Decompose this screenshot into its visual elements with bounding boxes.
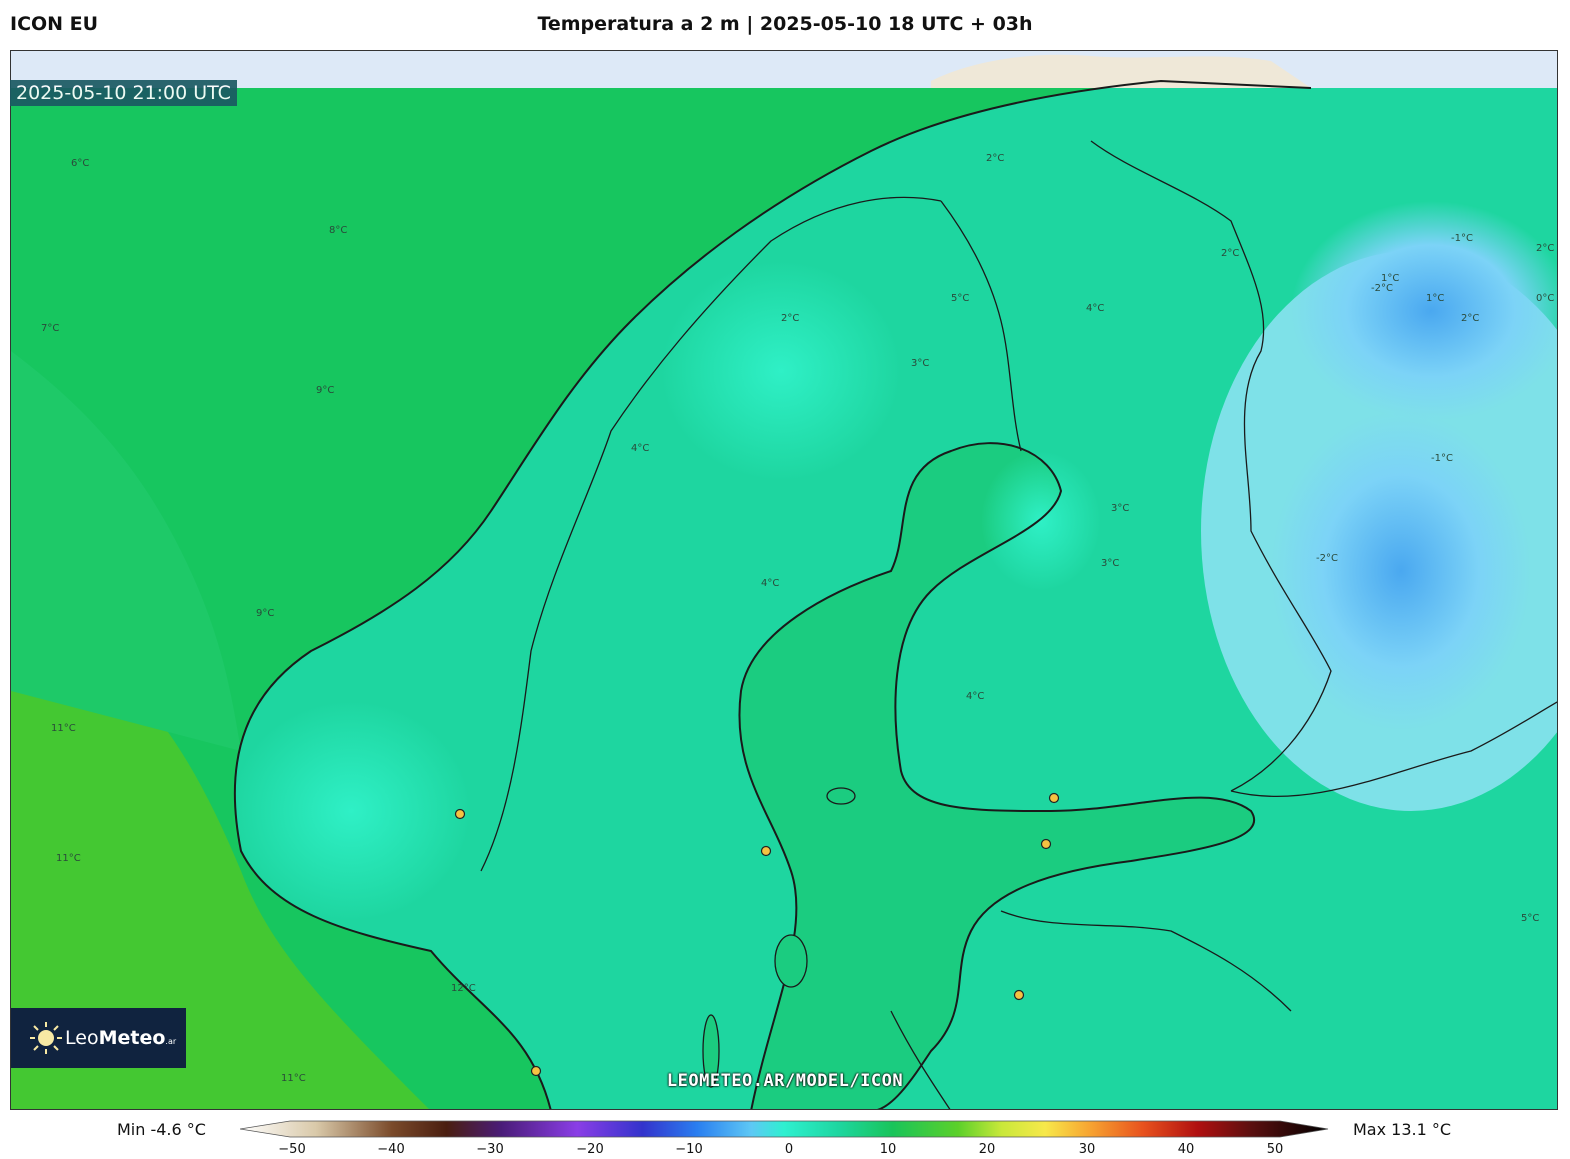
cold-core-north xyxy=(1291,201,1557,421)
colorbar xyxy=(240,1120,1329,1138)
tick-label: 20 xyxy=(978,1142,996,1157)
sun-icon xyxy=(29,1021,63,1055)
cold-core-south xyxy=(1271,411,1531,731)
svg-text:5°C: 5°C xyxy=(951,293,969,304)
svg-text:2°C: 2°C xyxy=(1536,243,1554,254)
tick-label: −20 xyxy=(576,1142,604,1157)
tick-label: 40 xyxy=(1177,1142,1195,1157)
svg-text:3°C: 3°C xyxy=(911,358,929,369)
no-data-band xyxy=(11,51,1557,88)
colorbar-ticks: −50 −40 −30 −20 −10 0 10 20 30 40 50 xyxy=(0,1142,1570,1159)
svg-text:9°C: 9°C xyxy=(316,385,334,396)
svg-text:2°C: 2°C xyxy=(781,313,799,324)
svg-text:-2°C: -2°C xyxy=(1316,553,1338,564)
temperature-map[interactable]: 6°C 8°C 7°C 9°C 9°C 11°C 11°C 11°C 12°C … xyxy=(11,51,1558,1110)
tick-label: 10 xyxy=(879,1142,897,1157)
min-temperature-label: Min -4.6 °C xyxy=(117,1120,206,1139)
svg-text:4°C: 4°C xyxy=(1086,303,1104,314)
tick-label: −50 xyxy=(278,1142,306,1157)
gulf-cold-area xyxy=(981,451,1101,591)
svg-text:11°C: 11°C xyxy=(56,853,81,864)
svg-text:3°C: 3°C xyxy=(1111,503,1129,514)
svg-text:5°C: 5°C xyxy=(1521,913,1539,924)
svg-text:-1°C: -1°C xyxy=(1431,453,1453,464)
logo-text: LeoMeteo.ar xyxy=(65,1027,177,1049)
map-frame[interactable]: 6°C 8°C 7°C 9°C 9°C 11°C 11°C 11°C 12°C … xyxy=(10,50,1558,1110)
svg-text:2°C: 2°C xyxy=(1461,313,1479,324)
tick-label: 30 xyxy=(1078,1142,1096,1157)
max-temperature-label: Max 13.1 °C xyxy=(1353,1120,1452,1139)
mountain-cold-area xyxy=(231,701,471,921)
tick-label: −30 xyxy=(476,1142,504,1157)
tick-label: −10 xyxy=(675,1142,703,1157)
svg-text:2°C: 2°C xyxy=(986,153,1004,164)
svg-text:0°C: 0°C xyxy=(1536,293,1554,304)
svg-text:2°C: 2°C xyxy=(1221,248,1239,259)
tick-label: 50 xyxy=(1266,1142,1284,1157)
site-watermark: LEOMETEO.AR/MODEL/ICON xyxy=(666,1071,904,1091)
tick-label: −40 xyxy=(377,1142,405,1157)
svg-text:8°C: 8°C xyxy=(329,225,347,236)
lapland-cold-area xyxy=(661,261,901,481)
svg-text:11°C: 11°C xyxy=(51,723,76,734)
svg-text:6°C: 6°C xyxy=(71,158,89,169)
svg-text:1°C: 1°C xyxy=(1426,293,1444,304)
leometeo-logo[interactable]: LeoMeteo.ar xyxy=(11,1008,186,1068)
valid-time-stamp: 2025-05-10 21:00 UTC xyxy=(10,80,237,106)
svg-text:12°C: 12°C xyxy=(451,983,476,994)
chart-title: Temperatura a 2 m | 2025-05-10 18 UTC + … xyxy=(537,13,1033,35)
svg-text:-2°C: -2°C xyxy=(1371,283,1393,294)
svg-text:7°C: 7°C xyxy=(41,323,59,334)
svg-text:3°C: 3°C xyxy=(1101,558,1119,569)
svg-text:4°C: 4°C xyxy=(966,691,984,702)
svg-text:9°C: 9°C xyxy=(256,608,274,619)
tick-label: 0 xyxy=(784,1142,794,1157)
svg-text:4°C: 4°C xyxy=(761,578,779,589)
svg-text:4°C: 4°C xyxy=(631,443,649,454)
svg-text:-1°C: -1°C xyxy=(1451,233,1473,244)
